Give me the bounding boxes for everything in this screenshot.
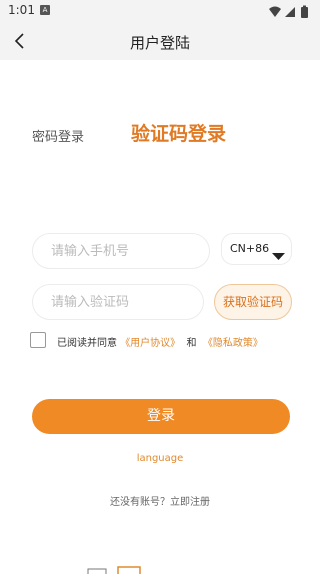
page-title: 用户登陆 — [129, 34, 190, 52]
language-link[interactable]: language — [0, 453, 320, 464]
agreement-conjunction: 和 — [186, 338, 197, 349]
tab-password-login[interactable]: 密码登录 — [32, 126, 84, 145]
third-party-login-icon[interactable] — [87, 568, 107, 576]
get-code-button[interactable]: 获取验证码 — [214, 284, 292, 320]
agreement-prefix: 已阅读并同意 — [57, 338, 117, 349]
country-code-select[interactable]: CN+86 — [221, 233, 292, 265]
status-icons — [268, 4, 312, 18]
notification-badge: A — [40, 5, 50, 15]
battery-icon — [301, 5, 308, 18]
privacy-policy-link[interactable]: 《隐私政策》 — [203, 338, 263, 349]
verification-code-input[interactable] — [32, 284, 204, 320]
tab-sms-login[interactable]: 验证码登录 — [131, 119, 226, 146]
register-link[interactable]: 还没有账号？立即注册 — [0, 493, 320, 508]
agreement-text: 已阅读并同意 《用户协议》 和 《隐私政策》 — [57, 334, 263, 349]
agreement-row: 已阅读并同意 《用户协议》 和 《隐私政策》 — [30, 332, 310, 350]
third-party-login-icon[interactable] — [117, 566, 141, 576]
user-agreement-link[interactable]: 《用户协议》 — [120, 338, 180, 349]
phone-input[interactable] — [32, 233, 210, 269]
wifi-icon — [269, 6, 281, 17]
status-time: 1:01 — [8, 3, 35, 17]
signal-icon — [285, 7, 295, 17]
login-tabs: 密码登录 验证码登录 — [0, 115, 320, 155]
country-code-value: CN+86 — [230, 242, 270, 255]
login-button[interactable]: 登录 — [32, 399, 290, 434]
caret-down-icon — [272, 246, 285, 265]
status-bar: 1:01 A — [0, 0, 320, 22]
bottom-login-options — [86, 559, 146, 576]
nav-bar: 用户登陆 — [0, 22, 320, 60]
agreement-checkbox[interactable] — [30, 332, 46, 348]
